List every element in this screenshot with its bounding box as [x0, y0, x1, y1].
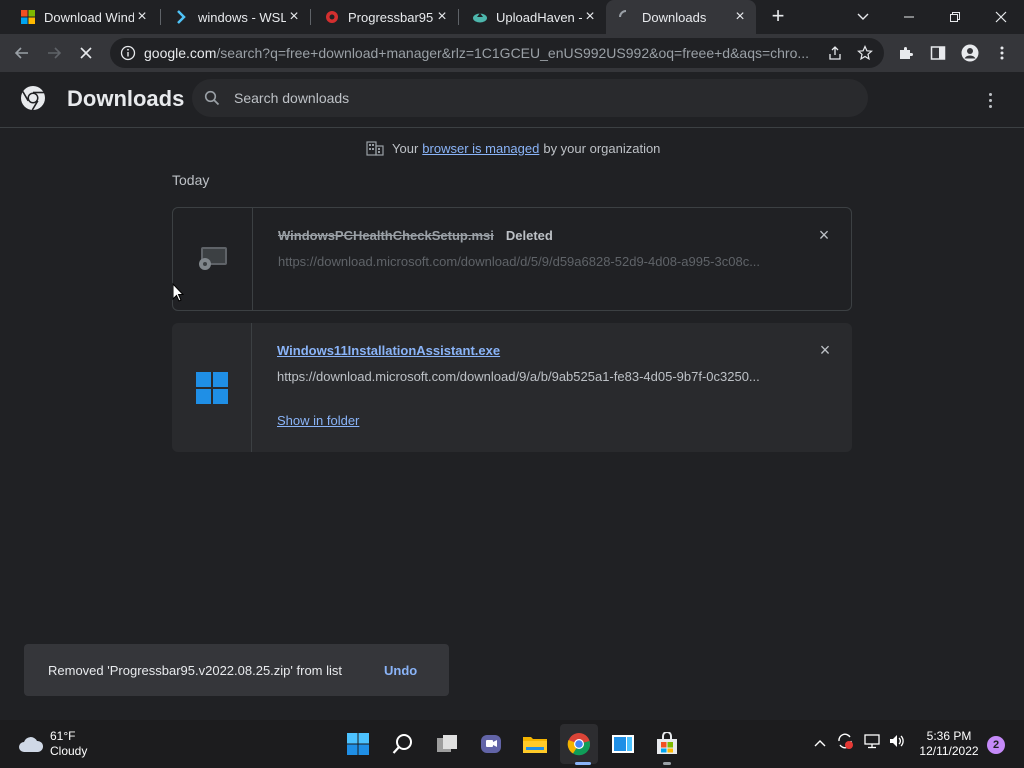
file-icon-column: [173, 208, 253, 310]
chrome-running-indicator: [575, 762, 591, 765]
tab-separator: [310, 9, 311, 25]
clock-time: 5:36 PM: [926, 729, 972, 743]
wsl-icon: [177, 10, 186, 24]
download-url[interactable]: https://download.microsoft.com/download/…: [277, 369, 777, 384]
chrome-taskbar-icon[interactable]: [565, 730, 593, 758]
chrome-menu-icon[interactable]: [990, 41, 1014, 65]
share-icon[interactable]: [826, 44, 844, 62]
tab-wsl[interactable]: windows - WSL ×: [162, 0, 310, 34]
screen-app-icon[interactable]: [609, 730, 637, 758]
tab-close-icon[interactable]: ×: [732, 8, 748, 26]
show-in-folder-link[interactable]: Show in folder: [277, 413, 359, 428]
tab-title: Downloads: [642, 9, 707, 25]
tab-close-icon[interactable]: ×: [134, 8, 150, 26]
tab-title: Progressbar95 F: [348, 9, 434, 25]
remove-from-list-icon[interactable]: ×: [818, 341, 832, 359]
managed-prefix: Your: [392, 140, 419, 156]
undo-button[interactable]: Undo: [384, 663, 417, 678]
tab-strip: Download Wind × windows - WSL × Progress…: [0, 0, 1024, 34]
network-icon[interactable]: [863, 732, 881, 753]
tab-close-icon[interactable]: ×: [286, 8, 302, 26]
tab-separator: [458, 9, 459, 25]
tab-search-chevron-icon[interactable]: [840, 0, 886, 34]
chrome-logo-icon: [21, 86, 45, 111]
remove-from-list-icon[interactable]: ×: [817, 226, 831, 244]
download-filename-row: WindowsPCHealthCheckSetup.msi Deleted: [278, 228, 553, 243]
side-panel-icon[interactable]: [926, 41, 950, 65]
start-windows-icon[interactable]: [344, 730, 372, 758]
profile-avatar-icon[interactable]: [958, 41, 982, 65]
tab-progressbar[interactable]: Progressbar95 F ×: [312, 0, 458, 34]
removed-toast: Removed 'Progressbar95.v2022.08.25.zip' …: [24, 644, 449, 696]
site-info-icon[interactable]: [120, 45, 136, 61]
managed-suffix: by your organization: [543, 140, 661, 156]
tab-close-icon[interactable]: ×: [434, 8, 450, 26]
tab-separator: [160, 9, 161, 25]
file-icon-column: [172, 323, 252, 452]
weather-desc: Cloudy: [50, 744, 88, 758]
tab-uploadhaven[interactable]: UploadHaven - ×: [460, 0, 606, 34]
windows-logo-icon: [195, 371, 228, 404]
back-arrow-icon[interactable]: [10, 41, 34, 65]
page-title: Downloads: [67, 86, 185, 111]
tab-download-windows[interactable]: Download Wind ×: [8, 0, 158, 34]
managed-notice: Your browser is managed by your organiza…: [366, 140, 660, 156]
download-filename-link[interactable]: Windows11InstallationAssistant.exe: [277, 343, 500, 358]
clock-date: 12/11/2022: [919, 744, 979, 758]
sync-alert-icon[interactable]: [836, 732, 854, 753]
search-input[interactable]: [234, 90, 834, 106]
file-explorer-icon[interactable]: [521, 730, 549, 758]
cloud-icon: [19, 737, 44, 752]
tab-title: windows - WSL: [198, 9, 286, 25]
uploadhaven-icon: [473, 13, 487, 23]
address-url[interactable]: google.com/search?q=free+download+manage…: [144, 45, 814, 61]
installer-package-icon: [198, 247, 227, 270]
windows-taskbar: 61°F Cloudy 5:36 PM 12/11/2022: [0, 720, 1024, 768]
download-item: Windows11InstallationAssistant.exe https…: [172, 323, 852, 452]
section-label-today: Today: [172, 172, 210, 188]
download-item-deleted: WindowsPCHealthCheckSetup.msi Deleted htt…: [172, 207, 852, 311]
address-bar[interactable]: google.com/search?q=free+download+manage…: [110, 38, 884, 68]
new-tab-plus-icon[interactable]: +: [766, 5, 790, 29]
minimize-icon[interactable]: [886, 0, 932, 34]
notification-badge[interactable]: 2: [987, 736, 1005, 754]
forward-arrow-icon[interactable]: [42, 41, 66, 65]
download-status: Deleted: [505, 228, 553, 243]
progressbar-icon: [326, 11, 338, 23]
volume-icon[interactable]: [888, 732, 906, 753]
search-downloads-box[interactable]: [192, 79, 868, 117]
weather-widget[interactable]: 61°F Cloudy: [18, 729, 87, 759]
mouse-cursor-icon: [172, 283, 184, 302]
loading-spinner-icon: [619, 10, 627, 18]
taskbar-search-icon[interactable]: [389, 730, 417, 758]
taskbar-clock[interactable]: 5:36 PM 12/11/2022: [916, 729, 982, 759]
downloads-more-actions-icon[interactable]: [980, 88, 1000, 112]
browser-managed-link[interactable]: browser is managed: [422, 141, 539, 156]
microsoft-logo-icon: [21, 10, 35, 24]
browser-toolbar: google.com/search?q=free+download+manage…: [0, 34, 1024, 72]
extensions-puzzle-icon[interactable]: [894, 41, 918, 65]
tab-title: Download Wind: [44, 9, 134, 25]
downloads-header: Downloads: [0, 72, 1024, 128]
weather-temp: 61°F: [50, 729, 76, 743]
tab-title: UploadHaven -: [496, 9, 582, 25]
task-view-icon[interactable]: [433, 730, 461, 758]
microsoft-store-icon[interactable]: [653, 730, 681, 758]
show-hidden-icons-chevron-icon[interactable]: [814, 734, 826, 750]
tab-close-icon[interactable]: ×: [582, 8, 598, 26]
tab-downloads[interactable]: Downloads ×: [606, 0, 756, 34]
toast-message: Removed 'Progressbar95.v2022.08.25.zip' …: [48, 662, 342, 678]
download-url[interactable]: https://download.microsoft.com/download/…: [278, 254, 778, 269]
store-running-indicator: [663, 762, 671, 765]
building-icon: [366, 141, 384, 156]
teams-chat-icon[interactable]: [477, 730, 505, 758]
search-icon: [204, 90, 220, 106]
close-window-icon[interactable]: [978, 0, 1024, 34]
bookmark-star-icon[interactable]: [856, 44, 874, 62]
download-filename: WindowsPCHealthCheckSetup.msi: [278, 228, 494, 243]
restore-icon[interactable]: [932, 0, 978, 34]
stop-loading-icon[interactable]: [74, 41, 98, 65]
